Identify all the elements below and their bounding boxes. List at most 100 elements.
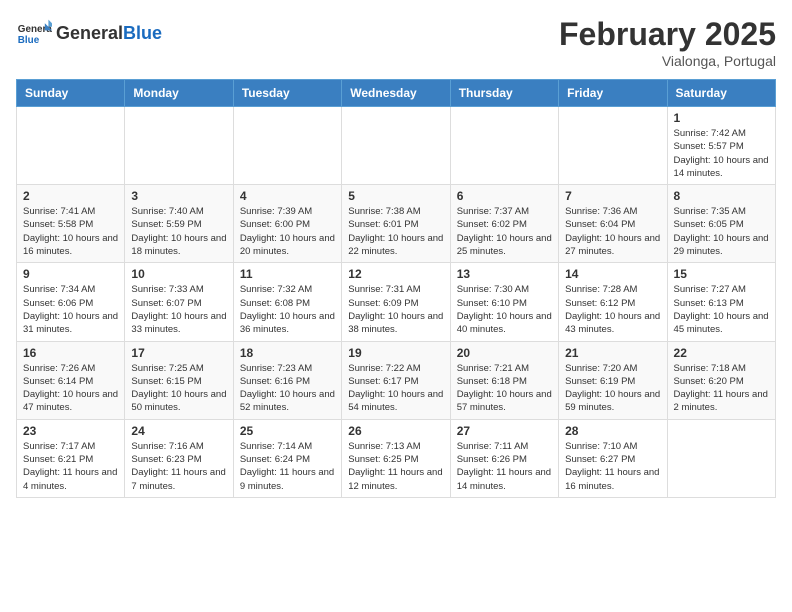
day-number: 11 — [240, 267, 335, 281]
calendar-cell — [667, 419, 775, 497]
day-info: Sunrise: 7:41 AM Sunset: 5:58 PM Dayligh… — [23, 205, 118, 258]
calendar-cell: 5 Sunrise: 7:38 AM Sunset: 6:01 PM Daylig… — [342, 185, 450, 263]
day-header-wednesday: Wednesday — [342, 80, 450, 107]
day-header-tuesday: Tuesday — [233, 80, 341, 107]
calendar-cell — [17, 107, 125, 185]
day-number: 10 — [131, 267, 226, 281]
day-info: Sunrise: 7:34 AM Sunset: 6:06 PM Dayligh… — [23, 283, 118, 336]
svg-text:Blue: Blue — [18, 35, 40, 46]
calendar-cell: 9 Sunrise: 7:34 AM Sunset: 6:06 PM Daylig… — [17, 263, 125, 341]
calendar-cell: 11Sunrise: 7:32 AM Sunset: 6:08 PM Dayli… — [233, 263, 341, 341]
calendar-cell — [125, 107, 233, 185]
day-number: 15 — [674, 267, 769, 281]
calendar-cell: 23 Sunrise: 7:17 AM Sunset: 6:21 PM Dayli… — [17, 419, 125, 497]
day-info: Sunrise: 7:27 AM Sunset: 6:13 PM Dayligh… — [674, 283, 769, 336]
day-number: 18 — [240, 346, 335, 360]
day-info: Sunrise: 7:39 AM Sunset: 6:00 PM Dayligh… — [240, 205, 335, 258]
day-header-sunday: Sunday — [17, 80, 125, 107]
day-info: Sunrise: 7:16 AM Sunset: 6:23 PM Dayligh… — [131, 440, 226, 493]
day-number: 20 — [457, 346, 552, 360]
calendar-week-1: 2 Sunrise: 7:41 AM Sunset: 5:58 PM Daylig… — [17, 185, 776, 263]
day-info: Sunrise: 7:21 AM Sunset: 6:18 PM Dayligh… — [457, 362, 552, 415]
day-number: 9 — [23, 267, 118, 281]
day-number: 1 — [674, 111, 769, 125]
calendar-cell: 17 Sunrise: 7:25 AM Sunset: 6:15 PM Dayli… — [125, 341, 233, 419]
calendar-cell: 25 Sunrise: 7:14 AM Sunset: 6:24 PM Dayli… — [233, 419, 341, 497]
day-header-saturday: Saturday — [667, 80, 775, 107]
logo-text: GeneralBlue — [56, 24, 162, 44]
day-info: Sunrise: 7:11 AM Sunset: 6:26 PM Dayligh… — [457, 440, 552, 493]
day-number: 26 — [348, 424, 443, 438]
day-header-thursday: Thursday — [450, 80, 558, 107]
day-info: Sunrise: 7:23 AM Sunset: 6:16 PM Dayligh… — [240, 362, 335, 415]
title-area: February 2025 Vialonga, Portugal — [559, 16, 776, 69]
day-number: 3 — [131, 189, 226, 203]
calendar-cell: 16 Sunrise: 7:26 AM Sunset: 6:14 PM Dayli… — [17, 341, 125, 419]
day-info: Sunrise: 7:18 AM Sunset: 6:20 PM Dayligh… — [674, 362, 769, 415]
calendar-cell — [233, 107, 341, 185]
day-info: Sunrise: 7:20 AM Sunset: 6:19 PM Dayligh… — [565, 362, 660, 415]
calendar-week-4: 23 Sunrise: 7:17 AM Sunset: 6:21 PM Dayli… — [17, 419, 776, 497]
day-info: Sunrise: 7:37 AM Sunset: 6:02 PM Dayligh… — [457, 205, 552, 258]
day-info: Sunrise: 7:13 AM Sunset: 6:25 PM Dayligh… — [348, 440, 443, 493]
day-info: Sunrise: 7:30 AM Sunset: 6:10 PM Dayligh… — [457, 283, 552, 336]
day-number: 17 — [131, 346, 226, 360]
day-info: Sunrise: 7:36 AM Sunset: 6:04 PM Dayligh… — [565, 205, 660, 258]
calendar-cell: 1Sunrise: 7:42 AM Sunset: 5:57 PM Daylig… — [667, 107, 775, 185]
calendar-cell: 8 Sunrise: 7:35 AM Sunset: 6:05 PM Daylig… — [667, 185, 775, 263]
month-title: February 2025 — [559, 16, 776, 53]
calendar-cell: 10 Sunrise: 7:33 AM Sunset: 6:07 PM Dayli… — [125, 263, 233, 341]
calendar-cell: 21 Sunrise: 7:20 AM Sunset: 6:19 PM Dayli… — [559, 341, 667, 419]
day-number: 13 — [457, 267, 552, 281]
day-info: Sunrise: 7:28 AM Sunset: 6:12 PM Dayligh… — [565, 283, 660, 336]
calendar-cell: 19Sunrise: 7:22 AM Sunset: 6:17 PM Dayli… — [342, 341, 450, 419]
calendar-cell: 27 Sunrise: 7:11 AM Sunset: 6:26 PM Dayli… — [450, 419, 558, 497]
calendar-cell: 15 Sunrise: 7:27 AM Sunset: 6:13 PM Dayli… — [667, 263, 775, 341]
day-number: 22 — [674, 346, 769, 360]
location-subtitle: Vialonga, Portugal — [559, 53, 776, 69]
day-number: 5 — [348, 189, 443, 203]
day-info: Sunrise: 7:10 AM Sunset: 6:27 PM Dayligh… — [565, 440, 660, 493]
calendar-cell: 20 Sunrise: 7:21 AM Sunset: 6:18 PM Dayli… — [450, 341, 558, 419]
calendar-week-0: 1Sunrise: 7:42 AM Sunset: 5:57 PM Daylig… — [17, 107, 776, 185]
day-number: 23 — [23, 424, 118, 438]
calendar-cell: 22 Sunrise: 7:18 AM Sunset: 6:20 PM Dayli… — [667, 341, 775, 419]
page-header: General Blue GeneralBlue February 2025 V… — [16, 16, 776, 69]
calendar-cell: 2 Sunrise: 7:41 AM Sunset: 5:58 PM Daylig… — [17, 185, 125, 263]
day-number: 7 — [565, 189, 660, 203]
calendar-cell: 18 Sunrise: 7:23 AM Sunset: 6:16 PM Dayli… — [233, 341, 341, 419]
calendar-header-row: SundayMondayTuesdayWednesdayThursdayFrid… — [17, 80, 776, 107]
logo: General Blue GeneralBlue — [16, 16, 162, 52]
day-header-monday: Monday — [125, 80, 233, 107]
day-info: Sunrise: 7:26 AM Sunset: 6:14 PM Dayligh… — [23, 362, 118, 415]
calendar-cell: 7 Sunrise: 7:36 AM Sunset: 6:04 PM Daylig… — [559, 185, 667, 263]
day-info: Sunrise: 7:35 AM Sunset: 6:05 PM Dayligh… — [674, 205, 769, 258]
calendar-cell: 3Sunrise: 7:40 AM Sunset: 5:59 PM Daylig… — [125, 185, 233, 263]
calendar-cell: 24Sunrise: 7:16 AM Sunset: 6:23 PM Dayli… — [125, 419, 233, 497]
day-info: Sunrise: 7:38 AM Sunset: 6:01 PM Dayligh… — [348, 205, 443, 258]
day-info: Sunrise: 7:17 AM Sunset: 6:21 PM Dayligh… — [23, 440, 118, 493]
day-number: 4 — [240, 189, 335, 203]
day-header-friday: Friday — [559, 80, 667, 107]
day-info: Sunrise: 7:25 AM Sunset: 6:15 PM Dayligh… — [131, 362, 226, 415]
calendar-table: SundayMondayTuesdayWednesdayThursdayFrid… — [16, 79, 776, 498]
calendar-cell — [450, 107, 558, 185]
logo-icon: General Blue — [16, 16, 52, 52]
day-number: 14 — [565, 267, 660, 281]
day-number: 2 — [23, 189, 118, 203]
day-info: Sunrise: 7:33 AM Sunset: 6:07 PM Dayligh… — [131, 283, 226, 336]
day-number: 16 — [23, 346, 118, 360]
calendar-week-3: 16 Sunrise: 7:26 AM Sunset: 6:14 PM Dayli… — [17, 341, 776, 419]
day-number: 21 — [565, 346, 660, 360]
day-number: 12 — [348, 267, 443, 281]
day-number: 25 — [240, 424, 335, 438]
day-info: Sunrise: 7:14 AM Sunset: 6:24 PM Dayligh… — [240, 440, 335, 493]
day-number: 6 — [457, 189, 552, 203]
day-number: 19 — [348, 346, 443, 360]
calendar-cell: 14 Sunrise: 7:28 AM Sunset: 6:12 PM Dayli… — [559, 263, 667, 341]
day-number: 27 — [457, 424, 552, 438]
day-number: 8 — [674, 189, 769, 203]
calendar-cell: 13 Sunrise: 7:30 AM Sunset: 6:10 PM Dayli… — [450, 263, 558, 341]
calendar-cell — [559, 107, 667, 185]
calendar-cell: 4 Sunrise: 7:39 AM Sunset: 6:00 PM Daylig… — [233, 185, 341, 263]
